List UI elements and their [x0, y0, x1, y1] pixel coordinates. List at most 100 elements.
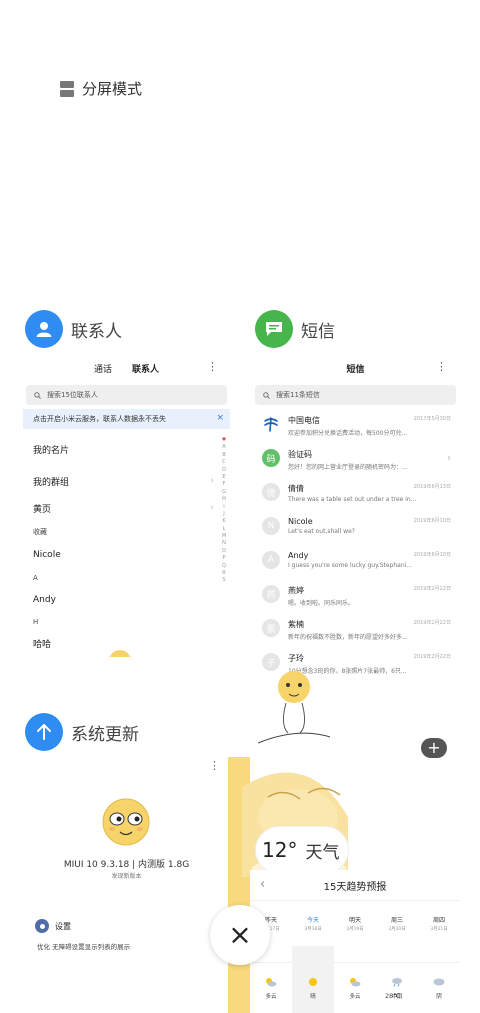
alphabet-letter[interactable]: ♥ — [222, 437, 226, 443]
thread-preview: 欢迎参加积分兑换话费活动，每500分可兑... — [288, 430, 408, 437]
alphabet-letter[interactable]: N — [222, 540, 226, 546]
thread-preview: 嗯。收到啦。同乐同乐。 — [288, 600, 355, 607]
settings-changelog-item[interactable]: 设置 — [35, 919, 71, 933]
messages-title: 短信 — [346, 364, 365, 375]
day-date: 3月20日 — [388, 927, 406, 932]
new-message-button[interactable]: + — [421, 738, 447, 758]
thread-body: 燕婷 2019年2月22日 嗯。收到啦。同乐同乐。 — [288, 585, 451, 607]
forecast-day[interactable]: 周三 3月20日 — [377, 915, 417, 946]
contact-row-nicole[interactable]: Nicole — [23, 541, 230, 569]
contacts-card[interactable]: 通话 联系人 ⋮ 搜索15位联系人 点击开启小米云服务，联系人数据永不丢失 × … — [23, 357, 230, 657]
alphabet-letter[interactable]: R — [222, 570, 225, 576]
alphabet-letter[interactable]: I — [223, 504, 224, 510]
alphabet-letter[interactable]: H — [222, 496, 226, 502]
thread-preview: I guess you're some lucky guy.Stephani..… — [288, 562, 413, 569]
message-thread[interactable]: 码验证码 您好！您的网上营业厅登录的随机密码为：... › — [252, 443, 459, 477]
messages-menu-icon[interactable]: ⋮ — [436, 361, 447, 372]
thread-date: 2019年2月22日 — [413, 654, 451, 660]
messages-search-bar[interactable]: 搜索11条短信 — [255, 385, 456, 405]
contact-avatar: 燕 — [262, 585, 280, 603]
weather-card[interactable]: 12° 天气 ‹ 15天趋势预报 昨天 3月17日 今天 3月18日 明天 3月19日 周三… — [228, 757, 480, 1013]
contacts-search-bar[interactable]: 搜索15位联系人 — [26, 385, 227, 405]
alphabet-letter[interactable]: K — [222, 518, 225, 524]
message-thread[interactable]: 燕燕婷 2019年2月22日 嗯。收到啦。同乐同乐。 — [252, 579, 459, 613]
thread-date: 2019年2月22日 — [413, 586, 451, 592]
version-text: MIUI 10 9.3.18 | 内测版 1.8G — [63, 860, 190, 870]
day-date: 3月19日 — [346, 927, 364, 932]
thread-name: 紫楠 — [288, 620, 304, 629]
alphabet-letter[interactable]: P — [222, 555, 225, 561]
day-date: 3月21日 — [430, 927, 448, 932]
updater-app-header[interactable]: 系统更新 — [25, 713, 139, 751]
forecast-condition: 阴 — [419, 977, 459, 1000]
search-icon — [34, 391, 41, 399]
back-icon[interactable]: ‹ — [260, 877, 265, 892]
cloud-service-banner[interactable]: 点击开启小米云服务，联系人数据永不丢失 × — [23, 409, 230, 429]
contacts-app-title: 联系人 — [71, 321, 122, 342]
alphabet-letter[interactable]: J — [223, 511, 224, 517]
contact-row-andy[interactable]: Andy — [23, 587, 230, 613]
alphabet-letter[interactable]: A — [222, 444, 225, 450]
thread-name: Nicole — [288, 517, 313, 526]
tab-calls[interactable]: 通话 — [94, 362, 112, 375]
my-groups-row[interactable]: 我的群组 › — [23, 467, 230, 495]
messages-card[interactable]: 短信 ⋮ 搜索11条短信 中国电信 2017年5月30日 欢迎参加积分兑换话费活动，… — [252, 357, 459, 687]
thread-name: 倩倩 — [288, 484, 304, 493]
alphabet-index[interactable]: ♥ A B C D E F G H I J K L M N O P Q R S — [220, 437, 228, 583]
updater-card[interactable]: ⋮ MIUI 10 9.3.18 | 内测版 1.8G 发现新版本 设置 优化 … — [23, 757, 230, 1013]
alphabet-letter[interactable]: M — [222, 533, 226, 539]
yellow-pages-label: 黄页 — [33, 504, 52, 515]
my-groups-label: 我的群组 — [33, 477, 70, 488]
forecast-conditions: 多云晴多云 中雨阴 — [250, 963, 460, 1000]
forecast-day[interactable]: 明天 3月19日 — [335, 915, 375, 946]
updater-app-title: 系统更新 — [71, 724, 139, 745]
alphabet-letter[interactable]: C — [222, 459, 226, 465]
tab-contacts[interactable]: 联系人 — [132, 362, 159, 375]
message-thread[interactable]: N Nicole 2019年6月10日 Let's eat out,shall we? — [252, 511, 459, 545]
messages-app-header[interactable]: 短信 — [255, 310, 335, 348]
my-card-row[interactable]: 我的名片 — [23, 435, 230, 463]
alphabet-letter[interactable]: F — [223, 481, 226, 487]
forecast-panel[interactable]: ‹ 15天趋势预报 昨天 3月17日 今天 3月18日 明天 3月19日 周三 3月20日 周四… — [250, 870, 460, 1013]
thread-body: 验证码 您好！您的网上营业厅登录的随机密码为：... — [288, 449, 439, 471]
chevron-right-icon: › — [447, 453, 451, 464]
alphabet-letter[interactable]: Q — [222, 563, 226, 569]
contacts-app-header[interactable]: 联系人 — [25, 310, 122, 348]
thread-name: 验证码 — [288, 450, 312, 459]
forecast-day[interactable]: 周四 3月21日 — [419, 915, 459, 946]
contact-name: 哈哈 — [33, 639, 52, 650]
condition-label: 多云 — [349, 994, 361, 1000]
forecast-header: ‹ 15天趋势预报 — [250, 870, 460, 900]
forecast-title: 15天趋势预报 — [323, 881, 387, 893]
alphabet-letter[interactable]: L — [223, 526, 226, 532]
forecast-day[interactable]: 今天 3月18日 — [293, 915, 333, 946]
thread-date: 2017年5月30日 — [413, 416, 451, 422]
message-thread[interactable]: 中国电信 2017年5月30日 欢迎参加积分兑换话费活动，每500分可兑... — [252, 409, 459, 443]
message-thread[interactable]: 倩倩倩 2019年6月13日 There was a table set out u… — [252, 477, 459, 511]
alphabet-letter[interactable]: D — [222, 467, 226, 473]
section-h: H — [33, 618, 39, 626]
banner-text: 点击开启小米云服务，联系人数据永不丢失 — [33, 415, 166, 423]
message-thread[interactable]: A Andy 2019年6月10日 I guess you're some lucky… — [252, 545, 459, 579]
split-screen-label: 分屏模式 — [82, 80, 143, 98]
contact-avatar: 倩 — [262, 483, 280, 501]
updater-menu-icon[interactable]: ⋮ — [209, 759, 220, 772]
yellow-pages-row[interactable]: 黄页 › — [23, 495, 230, 521]
alphabet-letter[interactable]: E — [222, 474, 225, 480]
alphabet-letter[interactable]: G — [222, 489, 226, 495]
alphabet-letter[interactable]: O — [222, 548, 226, 554]
split-screen-button[interactable]: 分屏模式 — [60, 78, 142, 99]
forecast-condition: 晴 — [293, 977, 333, 1000]
alphabet-letter[interactable]: B — [222, 452, 225, 458]
message-thread[interactable]: 紫紫楠 2019年2月22日 新年的祝福数不胜数，新年的愿望好多好多... — [252, 613, 459, 647]
thread-body: Andy 2019年6月10日 I guess you're some lucky … — [288, 551, 451, 569]
current-temperature: 12° — [262, 838, 298, 862]
banner-close-icon[interactable]: × — [216, 413, 224, 423]
close-all-button[interactable]: × — [210, 905, 270, 965]
cloud-sun-icon — [349, 977, 361, 989]
chevron-right-icon: › — [210, 476, 214, 486]
condition-label: 晴 — [310, 994, 316, 1000]
condition-label: 多云 — [265, 994, 277, 1000]
contacts-menu-icon[interactable]: ⋮ — [207, 361, 218, 372]
alphabet-letter[interactable]: S — [222, 577, 225, 583]
